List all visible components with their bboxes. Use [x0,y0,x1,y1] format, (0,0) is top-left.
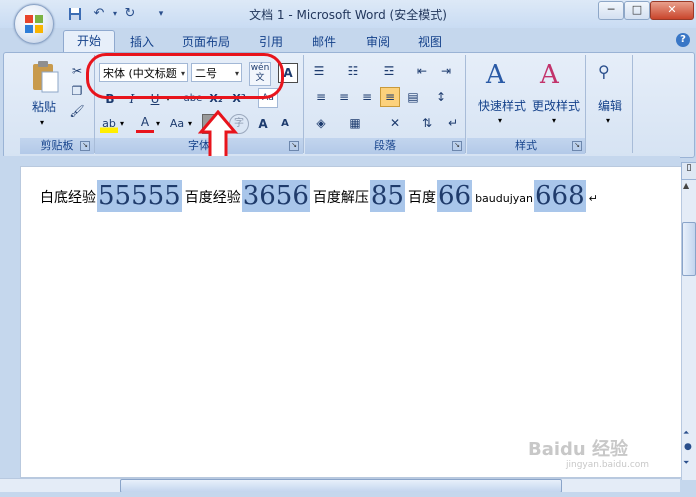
editing-dropdown-icon[interactable]: ▾ [606,116,610,125]
window-title: 文档 1 - Microsoft Word (安全模式) [249,8,447,22]
highlight-button[interactable]: ab [100,115,118,133]
quick-styles-button[interactable]: 快速样式 [474,97,530,114]
sort-icon[interactable]: ⇅ [418,114,436,132]
format-painter-icon[interactable]: 🖌 [68,102,86,120]
copy-icon[interactable]: ❐ [68,82,86,100]
document-text-run: 白底经验 [40,190,96,206]
baidu-watermark-url: jingyan.baidu.com [566,460,650,470]
paragraph-group-label: 段落 [305,138,465,154]
highlighted-large-text: 55555 [97,180,182,212]
close-button[interactable]: ✕ [650,1,694,20]
highlighted-large-text: 85 [369,180,405,212]
decrease-indent-icon[interactable]: ⇤ [413,62,431,80]
horizontal-scroll-thumb[interactable] [120,479,562,493]
highlighted-large-text: 66 [436,180,473,212]
highlight-dropdown-icon[interactable]: ▾ [120,119,124,128]
help-icon[interactable]: ? [676,33,690,47]
paste-button[interactable]: 粘贴 [26,98,62,115]
paste-icon[interactable] [30,60,60,94]
bullets-icon[interactable]: ☰ [310,62,328,80]
scroll-up-icon[interactable]: ▲ [683,181,689,190]
tab-page-layout[interactable]: 页面布局 [182,32,230,52]
document-text-run: baudujyan [475,192,534,205]
borders-icon[interactable]: ▦ [346,114,364,132]
font-color-button[interactable]: A [136,115,154,133]
up-arrow-annotation-icon [198,110,238,160]
editing-button[interactable]: 编辑 [590,97,630,114]
shading-icon[interactable]: ◈ [312,114,330,132]
styles-launcher-icon[interactable]: ↘ [572,141,582,151]
office-button[interactable] [14,4,54,44]
tab-view[interactable]: 视图 [418,32,442,52]
paragraph-launcher-icon[interactable]: ↘ [452,141,462,151]
document-text-run: 百度解压 [312,190,369,206]
highlighted-large-text: 3656 [241,180,310,212]
show-marks-icon[interactable]: ↵ [444,114,462,132]
change-case-dropdown-icon[interactable]: ▾ [188,119,192,128]
numbering-icon[interactable]: ☷ [344,62,362,80]
document-page[interactable] [20,166,682,478]
vertical-scroll-thumb[interactable] [682,222,696,276]
status-bar [0,492,696,497]
multilevel-list-icon[interactable]: ☲ [380,62,398,80]
font-color-dropdown-icon[interactable]: ▾ [156,119,160,128]
align-right-icon[interactable]: ≡ [358,88,376,106]
document-text-run: 百度 [407,190,436,206]
annotation-oval [86,53,284,99]
tab-home[interactable]: 开始 [63,30,115,53]
line-spacing-icon[interactable]: ↕ [432,88,450,106]
chinese-layout-icon[interactable]: ✕ [386,114,404,132]
change-styles-dropdown-icon[interactable]: ▾ [552,116,556,125]
highlighted-large-text: 668 [534,180,586,212]
office-logo-icon [25,15,43,33]
ruler-toggle-icon[interactable]: ▯ [681,162,696,180]
align-left-icon[interactable]: ≡ [312,88,330,106]
document-text-run: ↵ [588,192,598,205]
change-styles-button[interactable]: 更改样式 [528,97,584,114]
increase-indent-icon[interactable]: ⇥ [437,62,455,80]
tab-review[interactable]: 审阅 [366,32,390,52]
shrink-font-button[interactable]: A [276,115,294,133]
minimize-button[interactable]: ─ [598,1,624,20]
next-page-icon[interactable]: ⏷ [683,458,689,468]
change-styles-icon[interactable]: A [540,60,559,90]
align-center-icon[interactable]: ≡ [335,88,353,106]
justify-icon[interactable]: ≡ [380,87,400,107]
styles-group-label: 样式 [467,138,585,154]
previous-page-icon[interactable]: ⏶ [683,428,689,438]
document-text-line[interactable]: 白底经验 55555 百度经验 3656 百度解压 85 百度 66 baudujyan 668 ↵ [40,180,598,212]
cut-icon[interactable]: ✂ [68,62,86,80]
change-case-button[interactable]: Aa [166,115,188,133]
document-text-run: 百度经验 [184,190,241,206]
font-launcher-icon[interactable]: ↘ [289,141,299,151]
tab-mailings[interactable]: 邮件 [312,32,336,52]
tab-references[interactable]: 引用 [259,32,283,52]
baidu-watermark: Baidu 经验 [528,439,629,460]
tab-insert[interactable]: 插入 [130,32,154,52]
browse-object-icon[interactable]: ● [684,442,692,452]
clipboard-launcher-icon[interactable]: ↘ [80,141,90,151]
grow-font-button[interactable]: A [254,115,272,133]
distributed-icon[interactable]: ▤ [404,88,422,106]
quick-styles-icon[interactable]: A [486,60,505,90]
quick-styles-dropdown-icon[interactable]: ▾ [498,116,502,125]
paste-dropdown-icon[interactable]: ▾ [40,118,44,127]
maximize-button[interactable]: □ [624,1,650,20]
binoculars-icon[interactable]: ⚲ [598,62,610,81]
